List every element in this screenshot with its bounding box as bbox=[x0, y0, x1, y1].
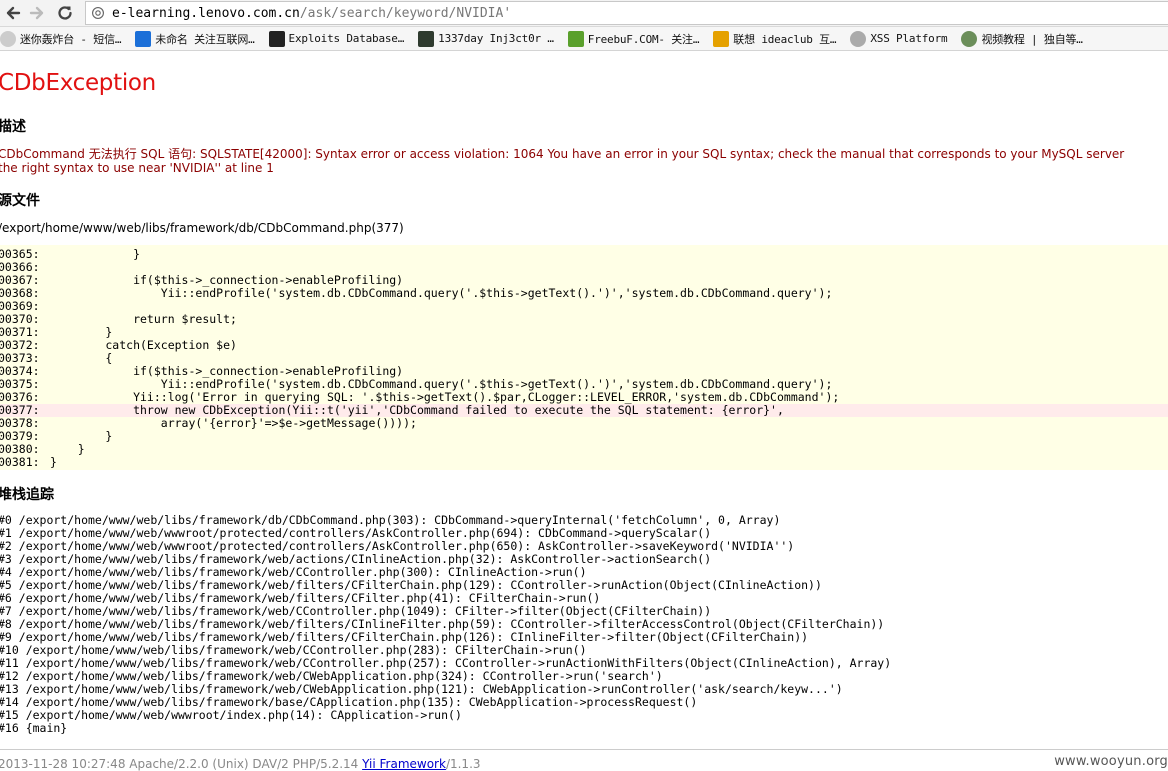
code-line: 00372: catch(Exception $e) bbox=[0, 339, 1168, 352]
line-number: 00381: bbox=[0, 455, 40, 469]
exploit-db-icon bbox=[268, 30, 285, 47]
forward-button[interactable] bbox=[26, 2, 48, 24]
code-line: 00378: array('{error}'=>$e->getMessage()… bbox=[0, 417, 1168, 430]
bookmark-item[interactable]: 联想 ideaclub 互… bbox=[713, 28, 840, 50]
code-text: } bbox=[50, 429, 113, 443]
freebuf-icon bbox=[567, 30, 584, 47]
yii-framework-link[interactable]: Yii Framework bbox=[362, 757, 446, 771]
code-text: } bbox=[50, 455, 57, 469]
framework-version: /1.1.3 bbox=[445, 757, 481, 771]
error-description-line: CDbCommand 无法执行 SQL 语句: SQLSTATE[42000]:… bbox=[0, 147, 1125, 161]
bookmark-item[interactable]: Exploits Database… bbox=[268, 28, 409, 50]
code-text: array('{error}'=>$e->getMessage()))); bbox=[50, 416, 417, 430]
bookmark-item[interactable]: 迷你轰炸台 - 短信… bbox=[0, 28, 125, 50]
bookmarks-bar: 迷你轰炸台 - 短信… 未命名 关注互联网… Exploits Database… 1… bbox=[0, 27, 1168, 51]
url-text: e-learning.lenovo.com.cn/ask/search/keyw… bbox=[112, 6, 511, 21]
code-line: 00381:} bbox=[0, 456, 1168, 469]
error-page: CDbException 描述 CDbCommand 无法执行 SQL 语句: … bbox=[0, 52, 1168, 771]
stack-trace: #0 /export/home/www/web/libs/framework/d… bbox=[0, 514, 891, 735]
source-code-block: 00365: } 00366: 00367: if($this->_connecti… bbox=[0, 245, 1168, 470]
footer-text: 2013-11-28 10:27:48 Apache/2.2.0 (Unix) … bbox=[0, 757, 481, 771]
browser-toolbar: e-learning.lenovo.com.cn/ask/search/keyw… bbox=[0, 0, 1168, 27]
code-text: Yii::endProfile('system.db.CDbCommand.qu… bbox=[50, 286, 833, 300]
bookmark-label: FreebuF.COM- 关注… bbox=[587, 32, 700, 46]
bookmark-label: 1337day Inj3ct0r … bbox=[438, 32, 554, 45]
page-title: CDbException bbox=[0, 70, 156, 96]
bookmark-item[interactable]: 视频教程 | 独自等… bbox=[961, 28, 1086, 50]
globe-icon bbox=[850, 30, 867, 47]
error-description-line: the right syntax to use near 'NVIDIA'' a… bbox=[0, 161, 274, 175]
code-text: catch(Exception $e) bbox=[50, 338, 237, 352]
source-heading: 源文件 bbox=[0, 193, 40, 209]
skull-icon bbox=[0, 30, 16, 47]
bookmark-item[interactable]: XSS Platform bbox=[850, 28, 951, 50]
code-text: return $result; bbox=[50, 312, 237, 326]
bookmark-label: XSS Platform bbox=[870, 32, 948, 45]
page-icon bbox=[90, 5, 106, 21]
lenovo-grid-icon bbox=[713, 30, 730, 47]
code-line: 00365: } bbox=[0, 248, 1168, 261]
watermark: www.wooyun.org bbox=[1054, 754, 1168, 769]
source-file-path: /export/home/www/web/libs/framework/db/C… bbox=[0, 221, 404, 235]
code-line: 00370: return $result; bbox=[0, 313, 1168, 326]
address-bar[interactable]: e-learning.lenovo.com.cn/ask/search/keyw… bbox=[85, 1, 1168, 25]
stack-frame: #16 {main} bbox=[0, 721, 68, 735]
bookmark-label: 迷你轰炸台 - 短信… bbox=[20, 32, 122, 46]
reload-icon bbox=[58, 6, 72, 20]
arrow-left-icon bbox=[6, 6, 21, 20]
code-line: 00368: Yii::endProfile('system.db.CDbCom… bbox=[0, 287, 1168, 300]
stack-trace-heading: 堆栈追踪 bbox=[0, 487, 54, 503]
url-path: /ask/search/keyword/NVIDIA' bbox=[299, 5, 512, 21]
back-button[interactable] bbox=[2, 2, 24, 24]
server-info: 2013-11-28 10:27:48 Apache/2.2.0 (Unix) … bbox=[0, 757, 363, 771]
page-footer: 2013-11-28 10:27:48 Apache/2.2.0 (Unix) … bbox=[0, 749, 1168, 771]
arrow-right-icon bbox=[29, 6, 44, 20]
mb-icon bbox=[135, 30, 152, 47]
bookmark-item[interactable]: 1337day Inj3ct0r … bbox=[418, 28, 558, 50]
description-heading: 描述 bbox=[0, 119, 26, 135]
bookmark-item[interactable]: 未命名 关注互联网… bbox=[135, 28, 258, 50]
code-line: 00379: } bbox=[0, 430, 1168, 443]
code-text: } bbox=[50, 442, 85, 456]
code-line: 00380: } bbox=[0, 443, 1168, 456]
url-host: e-learning.lenovo.com.cn bbox=[112, 5, 300, 21]
reload-button[interactable] bbox=[54, 2, 76, 24]
bookmark-label: 联想 ideaclub 互… bbox=[733, 32, 837, 46]
bookmark-label: 视频教程 | 独自等… bbox=[981, 32, 1083, 46]
error-description: CDbCommand 无法执行 SQL 语句: SQLSTATE[42000]:… bbox=[0, 147, 1168, 175]
bookmark-item[interactable]: FreebuF.COM- 关注… bbox=[567, 28, 704, 50]
stack-frame: #15 /export/home/www/web/wwwroot/index.p… bbox=[0, 708, 462, 722]
code-text: } bbox=[50, 247, 141, 261]
1337day-icon bbox=[418, 30, 435, 47]
bookmark-label: 未命名 关注互联网… bbox=[155, 32, 255, 46]
avatar-icon bbox=[961, 30, 978, 47]
bookmark-label: Exploits Database… bbox=[288, 32, 405, 45]
